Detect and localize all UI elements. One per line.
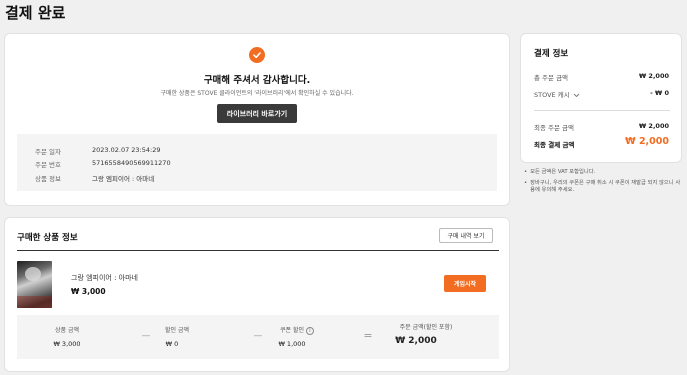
stove-cash-label[interactable]: STOVE 캐시 xyxy=(534,89,580,99)
product-info-value: 그랑 엠피이어 : 아마네 xyxy=(92,175,155,183)
total-order-label: 총 주문 금액 xyxy=(534,74,569,82)
product-thumbnail[interactable] xyxy=(17,261,52,308)
thank-you-heading: 구매해 주셔서 감사합니다. xyxy=(203,75,311,86)
check-circle-icon xyxy=(249,47,265,63)
payment-card: 결제 정보 총 주문 금액 ₩ 2,000 STOVE 캐시 - ₩ 0 최종 … xyxy=(520,33,682,163)
total-order-value: ₩ 2,000 xyxy=(639,72,669,80)
stove-cash-value: - ₩ 0 xyxy=(650,89,669,97)
payment-divider xyxy=(534,110,670,111)
order-info-box: 주문 일자 2023.02.07 23:54:29 주문 번호 57165584… xyxy=(17,134,497,191)
page-title: 결제 완료 xyxy=(5,4,66,22)
product-amount-label: 상품 금액 xyxy=(55,327,79,334)
section-divider xyxy=(17,250,499,251)
product-name: 그랑 엠피이어 : 아마네 xyxy=(71,274,138,282)
library-button[interactable]: 라이브러리 바로가기 xyxy=(217,104,297,123)
final-payment-value: ₩ 2,000 xyxy=(625,136,669,147)
final-order-value: ₩ 2,000 xyxy=(639,122,669,130)
coupon-label-text: 쿠폰 할인 xyxy=(280,327,305,334)
product-info-label: 상품 정보 xyxy=(35,175,61,183)
game-start-button[interactable]: 게임시작 xyxy=(444,275,486,292)
info-icon[interactable]: i xyxy=(305,326,314,335)
purchase-history-button[interactable]: 구매 내역 보기 xyxy=(439,228,493,243)
equals-icon: = xyxy=(363,329,373,342)
coupon-value: ₩ 1,000 xyxy=(278,340,306,348)
payment-notes: • 모든 금액은 VAT 포함입니다. • 장바구니, 우리의 쿠폰은 구매 취소 … xyxy=(524,169,682,195)
price-summary-box: 상품 금액 ₩ 3,000 — 할인 금액 ₩ 0 — 쿠폰 할인 i ₩ 1,… xyxy=(17,315,499,359)
product-price: ₩ 3,000 xyxy=(71,287,106,296)
section-title: 구매한 상품 정보 xyxy=(17,233,78,243)
final-order-label: 최종 주문 금액 xyxy=(534,124,575,132)
thank-you-subtext: 구매한 상품은 STOVE 클라이언트의 '라이브러리'에서 확인하실 수 있습… xyxy=(160,90,354,97)
order-number-value: 5716558490569911270 xyxy=(92,159,171,167)
product-amount-value: ₩ 3,000 xyxy=(53,340,81,348)
order-date-label: 주문 일자 xyxy=(35,148,61,156)
order-date-value: 2023.02.07 23:54:29 xyxy=(92,146,161,154)
note-item: • 장바구니, 우리의 쿠폰은 구매 취소 시 쿠폰이 재발급 되지 않으니 사용… xyxy=(524,179,681,194)
order-number-label: 주문 번호 xyxy=(35,161,61,169)
note-item: • 모든 금액은 VAT 포함입니다. xyxy=(524,169,596,175)
payment-title: 결제 정보 xyxy=(534,49,569,59)
order-total-value: ₩ 2,000 xyxy=(395,336,437,346)
chevron-down-icon xyxy=(573,93,580,97)
order-total-label: 주문 금액(할인 포함) xyxy=(399,324,453,331)
final-payment-label: 최종 결제 금액 xyxy=(534,141,575,149)
coupon-label: 쿠폰 할인 i xyxy=(257,325,337,335)
completion-card: 구매해 주셔서 감사합니다. 구매한 상품은 STOVE 클라이언트의 '라이브… xyxy=(4,33,510,206)
purchased-card: 구매한 상품 정보 구매 내역 보기 그랑 엠피이어 : 아마네 ₩ 3,000… xyxy=(4,217,510,372)
stove-cash-text: STOVE 캐시 xyxy=(534,91,570,99)
discount-value: ₩ 0 xyxy=(165,340,179,348)
discount-label: 할인 금액 xyxy=(165,327,189,334)
